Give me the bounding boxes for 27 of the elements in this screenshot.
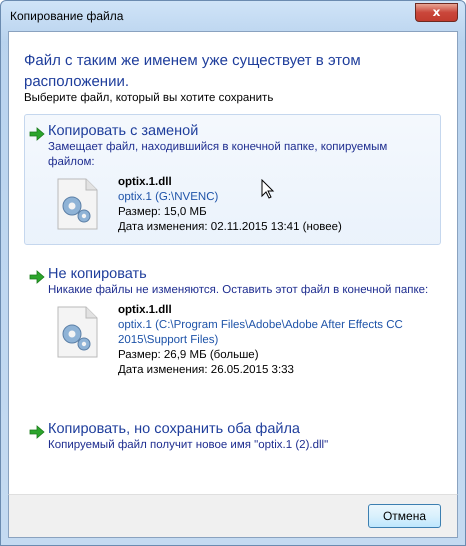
file-location: optix.1 (G:\NVENC) <box>118 190 218 205</box>
file-size: Размер: 26,9 МБ (больше) <box>118 348 259 363</box>
window-title: Копирование файла <box>9 9 124 23</box>
file-gear-icon <box>56 306 98 358</box>
dialog-heading: Файл с таким же именем уже существует в этом расположении. <box>24 51 362 92</box>
file-gear-icon <box>56 178 98 230</box>
option-description: Копируемый файл получит новое имя "optix.1 (2).dll" <box>48 438 330 453</box>
arrow-icon <box>29 127 45 141</box>
file-location: optix.1 (C:\Program Files\Adobe\Adobe After Effects CC 2015\Support Files) <box>118 318 404 348</box>
choice-option[interactable]: Копировать с заменой Замещает файл, находившийся в конечной папке, копируемым файлом: optix.1.dll optix.1 (G:\NVENC) Размер: 15,0 МБ Дата изменения: 02.11.2015 13:41 (новее) <box>24 114 441 245</box>
arrow-icon <box>29 425 45 439</box>
arrow-icon <box>29 270 45 284</box>
option-description: Замещает файл, находившийся в конечной папке, копируемым файлом: <box>48 140 388 170</box>
file-date: Дата изменения: 26.05.2015 3:33 <box>118 363 294 378</box>
instruction-text: Выберите файл, который вы хотите сохранить <box>24 92 274 104</box>
option-title: Не копировать <box>48 265 148 283</box>
file-date: Дата изменения: 02.11.2015 13:41 (новее) <box>118 220 342 235</box>
option-title: Копировать с заменой <box>48 122 200 140</box>
mouse-cursor-icon <box>261 179 275 199</box>
file-name: optix.1.dll <box>118 175 172 190</box>
file-size: Размер: 15,0 МБ <box>118 205 207 220</box>
option-title: Копировать, но сохранить оба файла <box>48 420 302 438</box>
close-button[interactable]: x <box>415 2 458 22</box>
option-description: Никакие файлы не изменяются. Оставить этот файл в конечной папке: <box>48 283 430 298</box>
choice-option[interactable]: Копировать, но сохранить оба файла Копируемый файл получит новое имя "optix.1 (2).dll" <box>24 412 441 463</box>
cancel-button[interactable]: Отмена <box>368 504 441 528</box>
file-name: optix.1.dll <box>118 303 172 318</box>
